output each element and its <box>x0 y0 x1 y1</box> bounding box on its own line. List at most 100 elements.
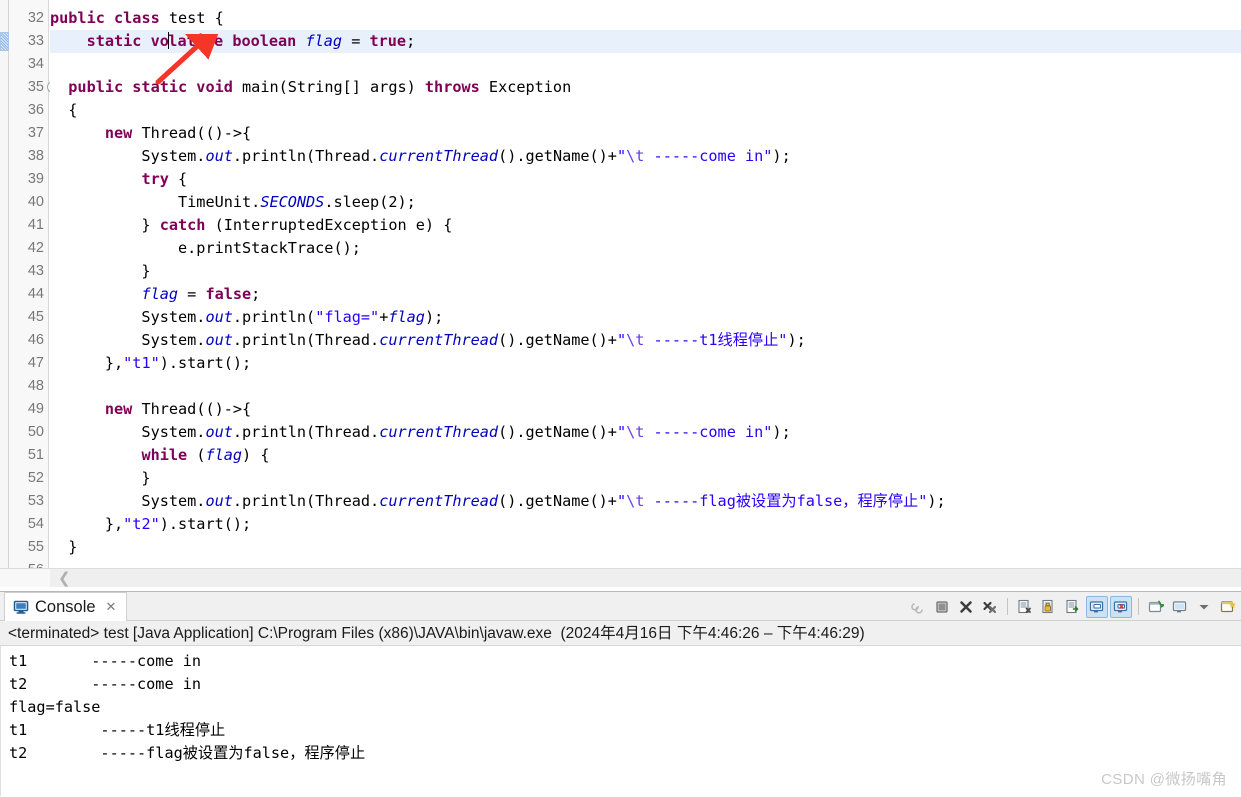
code-line-49[interactable]: new Thread(()->{ <box>50 398 1241 421</box>
code-line-38[interactable]: System.out.println(Thread.currentThread(… <box>50 145 1241 168</box>
terminate-button[interactable] <box>931 596 953 618</box>
code-token: latile <box>168 32 233 50</box>
code-line-36[interactable]: { <box>50 99 1241 122</box>
scroll-left-icon[interactable]: ❮ <box>58 570 71 587</box>
code-line-41[interactable]: } catch (InterruptedException e) { <box>50 214 1241 237</box>
code-line-34[interactable] <box>50 53 1241 76</box>
code-token: public static void <box>50 78 243 96</box>
code-line-54[interactable]: },"t2").start(); <box>50 513 1241 536</box>
code-line-37[interactable]: new Thread(()->{ <box>50 122 1241 145</box>
close-icon[interactable]: ✕ <box>106 599 117 615</box>
chevron-down-button[interactable] <box>1193 596 1215 618</box>
code-token: test { <box>168 9 224 27</box>
remove-launch-button[interactable] <box>955 596 977 618</box>
code-token: static <box>50 32 151 50</box>
code-token: ().getName()+ <box>498 331 617 349</box>
code-token: throws <box>424 78 489 96</box>
editor-annotation-rail[interactable] <box>0 0 9 568</box>
pin-console-button[interactable] <box>1145 596 1167 618</box>
code-token: .println(Thread. <box>232 423 380 441</box>
code-line-56[interactable] <box>50 559 1241 568</box>
gutter-line-33[interactable]: 33 <box>0 30 48 53</box>
terminate-all-button[interactable] <box>907 596 929 618</box>
code-token: out <box>205 308 233 326</box>
code-line-40[interactable]: TimeUnit.SECONDS.sleep(2); <box>50 191 1241 214</box>
console-output[interactable]: t1 -----come in t2 -----come in flag=false… <box>0 646 1241 796</box>
show-console-on-error-icon <box>1113 600 1128 612</box>
code-token: ; <box>406 32 416 50</box>
gutter-line-47[interactable]: 47 <box>9 352 48 375</box>
code-token: false <box>205 285 252 303</box>
code-line-51[interactable]: while (flag) { <box>50 444 1241 467</box>
code-line-35[interactable]: public static void main(String[] args) t… <box>50 76 1241 99</box>
display-selected-console-button[interactable] <box>1169 596 1191 618</box>
editor-horizontal-scrollbar[interactable]: ❮ <box>50 568 1241 587</box>
code-token: } <box>50 538 78 556</box>
code-text-surface[interactable]: public class test { static volatile bool… <box>50 0 1241 568</box>
gutter-line-41[interactable]: 41 <box>9 214 48 237</box>
line-number: 54 <box>27 516 44 532</box>
code-line-52[interactable]: } <box>50 467 1241 490</box>
code-line-48[interactable] <box>50 375 1241 398</box>
gutter-line-32[interactable]: 32 <box>9 7 48 30</box>
code-line-42[interactable]: e.printStackTrace(); <box>50 237 1241 260</box>
show-console-on-error-button[interactable] <box>1110 595 1132 618</box>
gutter-line-46[interactable]: 46 <box>9 329 48 352</box>
remove-all-terminated-icon <box>983 601 997 613</box>
gutter-line-50[interactable]: 50 <box>9 421 48 444</box>
gutter-line-54[interactable]: 54 <box>9 513 48 536</box>
code-line-47[interactable]: },"t1").start(); <box>50 352 1241 375</box>
show-console-on-output-button[interactable] <box>1086 595 1108 618</box>
word-wrap-button[interactable] <box>1062 596 1084 618</box>
gutter-line-49[interactable]: 49 <box>9 398 48 421</box>
scroll-lock-button[interactable] <box>1038 596 1060 618</box>
csdn-watermark: CSDN @微扬嘴角 <box>1101 771 1227 788</box>
code-line-50[interactable]: System.out.println(Thread.currentThread(… <box>50 421 1241 444</box>
open-console-button[interactable] <box>1217 596 1239 618</box>
code-line-44[interactable]: flag = false; <box>50 283 1241 306</box>
gutter-line-43[interactable]: 43 <box>9 260 48 283</box>
gutter-line-51[interactable]: 51 <box>9 444 48 467</box>
code-line-45[interactable]: System.out.println("flag="+flag); <box>50 306 1241 329</box>
terminate-all-icon <box>911 602 923 614</box>
display-selected-console-icon <box>1172 600 1187 612</box>
code-line-43[interactable]: } <box>50 260 1241 283</box>
tab-console[interactable]: Console ✕ <box>4 592 128 621</box>
gutter-line-45[interactable]: 45 <box>9 306 48 329</box>
gutter-line-48[interactable]: 48 <box>9 375 48 398</box>
code-token: } <box>50 216 160 234</box>
gutter-line-35[interactable]: 35 <box>9 76 59 99</box>
gutter-line-42[interactable]: 42 <box>9 237 48 260</box>
gutter-line-36[interactable]: 36 <box>9 99 48 122</box>
code-token: currentThread <box>379 423 499 441</box>
code-token: vo <box>150 32 169 50</box>
code-token: .sleep(2); <box>324 193 416 211</box>
java-editor[interactable]: 32 33 34 35 36 37 38 39 40 41 42 43 44 45 46 47 48 49 50 51… <box>0 0 1241 568</box>
gutter-line-53[interactable]: 53 <box>9 490 48 513</box>
code-line-33[interactable]: static volatile boolean flag = true; <box>50 30 1241 53</box>
gutter-line-37[interactable]: 37 <box>9 122 48 145</box>
code-line-32[interactable]: public class test { <box>50 7 1241 30</box>
line-number-gutter[interactable]: 32 33 34 35 36 37 38 39 40 41 42 43 44 45 46 47 48 49 50 51… <box>0 0 59 568</box>
gutter-line-56[interactable]: 56 <box>9 559 48 568</box>
line-number: 41 <box>27 217 44 233</box>
remove-all-terminated-button[interactable] <box>979 596 1001 618</box>
line-number: 42 <box>27 240 44 256</box>
console-output-line: t2 -----come in <box>9 675 202 693</box>
gutter-line-39[interactable]: 39 <box>9 168 48 191</box>
code-line-39[interactable]: try { <box>50 168 1241 191</box>
line-number: 45 <box>27 309 44 325</box>
code-line-55[interactable]: } <box>50 536 1241 559</box>
gutter-line-52[interactable]: 52 <box>9 467 48 490</box>
clear-console-button[interactable] <box>1014 596 1036 618</box>
gutter-line-44[interactable]: 44 <box>9 283 48 306</box>
gutter-line-40[interactable]: 40 <box>9 191 48 214</box>
code-line-53[interactable]: System.out.println(Thread.currentThread(… <box>50 490 1241 513</box>
gutter-line-34[interactable]: 34 <box>9 53 48 76</box>
line-number: 49 <box>27 401 44 417</box>
gutter-line-38[interactable]: 38 <box>9 145 48 168</box>
terminate-icon <box>936 600 948 613</box>
gutter-line-55[interactable]: 55 <box>9 536 48 559</box>
code-line-46[interactable]: System.out.println(Thread.currentThread(… <box>50 329 1241 352</box>
